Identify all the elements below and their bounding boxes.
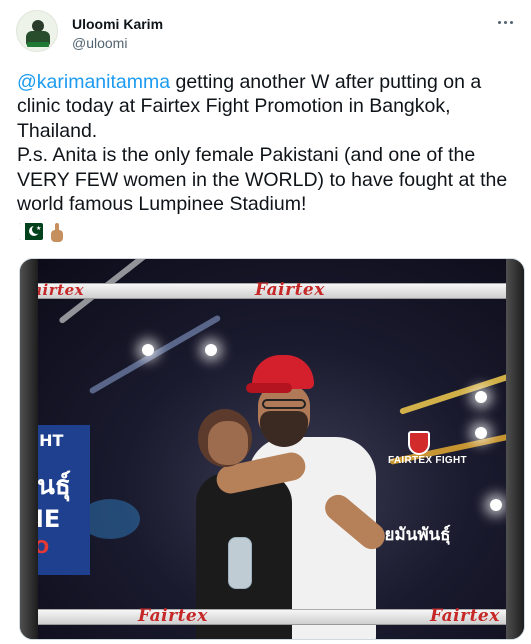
tweet-line-1-rest: getting another W after putting on a [170,71,482,93]
ring-post-right [506,259,524,639]
rope-logo-top: Fairtex [255,280,325,300]
fairtex-fight-sign: FAIRTEX FIGHT [370,431,470,501]
mention-link[interactable]: @karimanitamma [17,71,170,93]
tweet-line-4: P.s. Anita is the only female Pakistani … [17,144,476,167]
tweet-line-1: @karimanitamma getting another W after p… [17,70,525,94]
more-options-icon[interactable] [493,14,517,30]
tweet-card: Uloomi Karim @uloomi @karimanitamma gett… [0,0,531,644]
tweet-text: @karimanitamma getting another W after p… [17,70,525,216]
sign-text: FAIRTEX FIGHT [388,455,467,466]
tweet-line-3: Thailand. [17,119,98,142]
rope-logo-bottom: Fairtex [138,606,208,626]
avatar[interactable] [16,10,58,52]
author-handle[interactable]: @uloomi [72,35,127,52]
tweet-line-5: VERY FEW women in the WORLD) to have fou… [17,168,508,191]
rope-logo-bottom-right: Fairtex [430,606,500,626]
tweet-line-2: clinic today at Fairtex Fight Promotion … [17,95,451,118]
water-bottle [228,537,252,589]
shield-icon [408,431,430,455]
pakistan-flag-icon: ★ [19,223,43,240]
red-cap-brim [246,383,292,393]
tweet-photo[interactable]: IGHT พันธุ์ ME RO FAIRTEX FIGHT วยมันพัน… [19,258,525,640]
emoji-row: ★ [19,223,65,243]
author-name[interactable]: Uloomi Karim [72,16,163,33]
glasses [262,399,306,409]
tweet-line-6: world famous Lumpinee Stadium! [17,193,307,216]
avatar-logo-plate [27,42,49,47]
woman-face [208,421,248,465]
ring-post-left [20,259,38,639]
thai-banner-text: วยมันพันธุ์ [375,525,451,545]
pointing-up-hand-icon [49,223,65,243]
